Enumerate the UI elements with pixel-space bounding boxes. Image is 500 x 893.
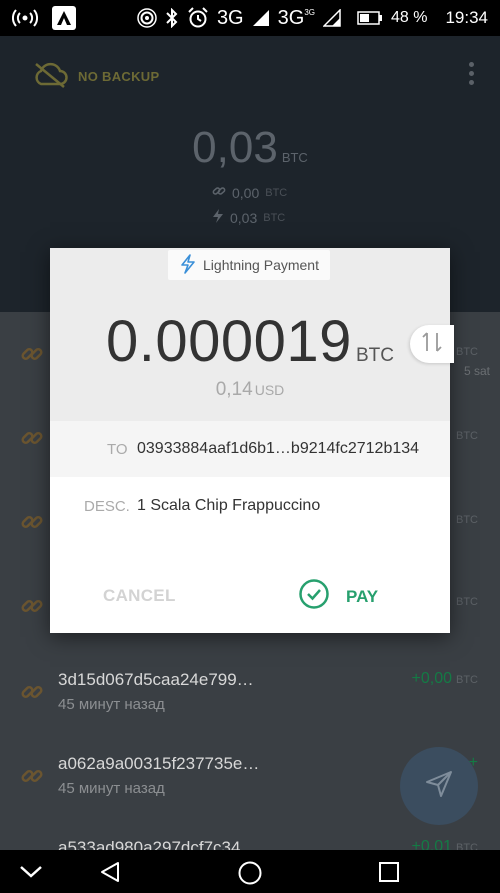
- balance-value: 0,03: [192, 123, 278, 172]
- transaction-id: a062a9a00315f237735e…: [58, 754, 260, 773]
- amount-extra: 5 sat: [463, 364, 490, 378]
- transaction-id: 3d15d067d5caa24e799…: [58, 670, 254, 689]
- balance-unit: BTC: [281, 150, 308, 165]
- amount-unit: BTC: [456, 514, 478, 526]
- link-icon: [20, 342, 44, 371]
- transaction-time: 45 минут назад: [58, 696, 165, 713]
- amount-unit: BTC: [355, 345, 394, 366]
- broadcast-icon: [12, 9, 38, 27]
- app-notification-icon: [52, 6, 76, 30]
- fiat-amount: 0,14 USD: [50, 379, 450, 401]
- network-2-label: 3G: [277, 6, 305, 29]
- chain-link-icon: [212, 184, 226, 201]
- pay-button[interactable]: PAY: [298, 578, 378, 615]
- battery-percent: 48 %: [390, 9, 428, 26]
- link-icon: [20, 594, 44, 623]
- transaction-amount: +0,01 BTC: [412, 838, 478, 850]
- amount-unit: BTC: [456, 430, 478, 442]
- cloud-off-icon: [32, 62, 68, 91]
- navigation-bar: [0, 850, 500, 893]
- link-icon: [20, 764, 44, 793]
- lightning-unit: BTC: [263, 211, 286, 224]
- network-2-sup: 3G: [304, 7, 315, 17]
- amount-value: 0.000019: [106, 309, 352, 374]
- amount-unit: BTC: [456, 346, 478, 358]
- onchain-balance: 0,00 BTC: [212, 184, 287, 201]
- home-icon[interactable]: [237, 860, 263, 891]
- amount-value: +0,01: [411, 838, 452, 850]
- swap-currency-button[interactable]: [410, 325, 454, 363]
- total-balance: 0,03 BTC: [0, 123, 500, 173]
- link-icon: [20, 510, 44, 539]
- amount-unit: BTC: [456, 596, 478, 608]
- signal-2-icon: [322, 9, 341, 27]
- send-icon: [424, 769, 454, 804]
- description-value: 1 Scala Chip Frappuccino: [137, 497, 321, 514]
- network-1-label: 3G: [216, 6, 244, 29]
- check-circle-icon: [298, 578, 330, 615]
- back-icon[interactable]: [98, 860, 122, 889]
- payment-type-label: Lightning Payment: [203, 257, 319, 273]
- swap-vertical-icon: [421, 330, 443, 359]
- status-bar: 3G 3G 3G 48 % 19:34: [0, 0, 500, 36]
- onchain-unit: BTC: [265, 186, 288, 199]
- amount-unit: BTC: [456, 842, 478, 850]
- transaction-row[interactable]: 3d15d067d5caa24e799… 45 минут назад +0,0…: [0, 652, 500, 736]
- transaction-row[interactable]: a533ad980a297dcf7c34… +0,01 BTC: [0, 820, 500, 850]
- battery-icon: [357, 11, 383, 25]
- recipient-row: TO 03933884aaf1d6b1…b9214fc2712b134: [50, 421, 450, 477]
- lightning-icon: [212, 209, 224, 226]
- description-label: DESC.: [84, 498, 130, 515]
- link-icon: [20, 680, 44, 709]
- hotspot-icon: [137, 8, 157, 28]
- overflow-menu-icon[interactable]: [469, 62, 474, 85]
- cancel-button[interactable]: CANCEL: [103, 586, 176, 606]
- fiat-unit: USD: [254, 382, 285, 398]
- payment-amount: 0.000019 BTC: [50, 308, 450, 375]
- transaction-id: a533ad980a297dcf7c34…: [58, 838, 258, 850]
- amount-unit: BTC: [456, 674, 478, 686]
- backup-status[interactable]: NO BACKUP: [32, 62, 159, 91]
- amount-value: +0,00: [411, 670, 452, 687]
- alarm-icon: [187, 7, 209, 29]
- onchain-value: 0,00: [232, 184, 260, 201]
- bluetooth-icon: [165, 8, 179, 28]
- recents-icon[interactable]: [377, 860, 401, 889]
- payment-dialog: Lightning Payment 0.000019 BTC 0,14 USD TO…: [50, 248, 454, 633]
- transaction-amount: +0,00 BTC: [412, 670, 478, 688]
- clock: 19:34: [445, 8, 488, 27]
- lightning-value: 0,03: [230, 209, 258, 226]
- pay-label: PAY: [346, 586, 379, 606]
- payment-type-chip: Lightning Payment: [168, 250, 330, 280]
- backup-label: NO BACKUP: [78, 69, 160, 84]
- link-icon: [20, 426, 44, 455]
- recipient-node-id: 03933884aaf1d6b1…b9214fc2712b134: [137, 440, 420, 457]
- to-label: TO: [107, 441, 128, 458]
- signal-1-icon: [252, 9, 270, 27]
- lightning-balance: 0,03 BTC: [212, 209, 285, 226]
- chevron-down-icon[interactable]: [18, 862, 44, 885]
- fiat-value: 0,14: [215, 379, 253, 400]
- transaction-time: 45 минут назад: [58, 780, 165, 797]
- lightning-icon: [179, 253, 197, 277]
- send-button[interactable]: [400, 747, 478, 825]
